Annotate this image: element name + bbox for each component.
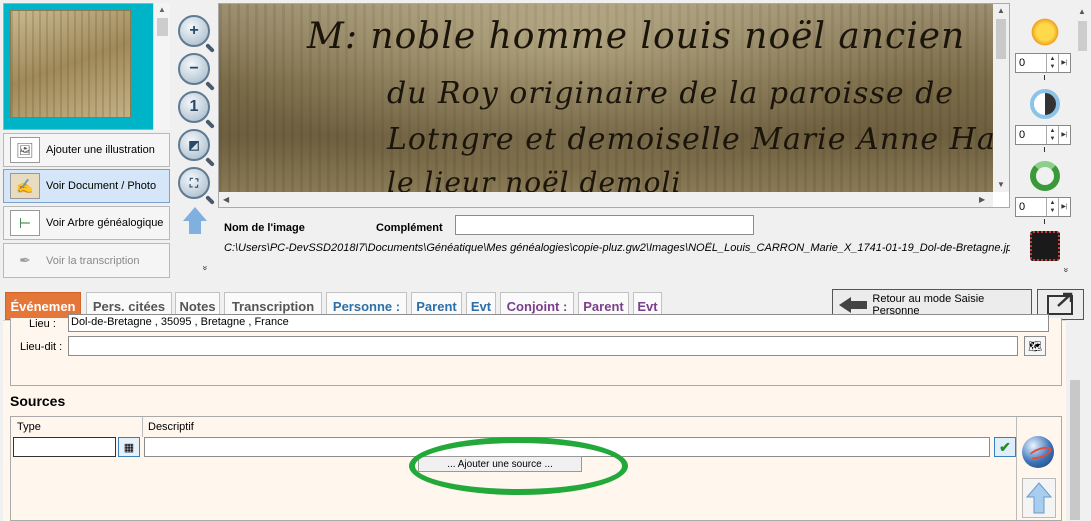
lieu-field[interactable]: Dol-de-Bretagne , 35095 , Bretagne , Fra… <box>68 314 1049 332</box>
tools-scrollbar[interactable]: ▲ <box>1075 3 1089 278</box>
viewer-vertical-scrollbar[interactable]: ▲ ▼ <box>993 4 1009 192</box>
brightness-spinner[interactable]: 0 ▲ ▼ ▶| <box>1015 53 1071 73</box>
image-effect-icon[interactable] <box>1030 231 1060 261</box>
lieu-dit-label: Lieu-dit : <box>20 341 63 353</box>
contrast-icon[interactable] <box>1030 89 1060 119</box>
retour-saisie-label: Retour au mode Saisie Personne <box>872 292 985 317</box>
quill-icon: ✒ <box>19 252 31 268</box>
validate-check-icon[interactable]: ✔ <box>994 437 1016 457</box>
view-document-button[interactable]: ✍ Voir Document / Photo <box>3 169 170 203</box>
actual-size-icon[interactable]: 1 <box>178 91 210 123</box>
handwriting-line: du Roy originaire de la paroisse de <box>387 76 955 111</box>
rotate-icon[interactable] <box>1030 161 1060 191</box>
view-transcription-button[interactable]: ✒ Voir la transcription <box>3 243 170 278</box>
rotation-spinner[interactable]: 0 ▲ ▼ ▶| <box>1015 197 1071 217</box>
handwriting-line: M: noble homme louis noël ancien <box>307 16 966 57</box>
zoom-fit-icon[interactable]: ◩ <box>178 129 210 161</box>
zoom-out-icon[interactable]: − <box>178 53 210 85</box>
type-column-header: Type <box>17 421 41 433</box>
globe-search-icon[interactable] <box>1022 436 1054 468</box>
scroll-thumb[interactable] <box>996 19 1006 59</box>
view-document-label: Voir Document / Photo <box>46 180 157 192</box>
viewer-horizontal-scrollbar[interactable]: ◀ ▶ <box>219 192 993 207</box>
highlight-annotation <box>409 437 628 495</box>
scroll-thumb[interactable] <box>1078 21 1087 51</box>
scroll-left-icon[interactable]: ◀ <box>223 195 229 204</box>
image-path: C:\Users\PC-DevSSD2018I7\Documents\Généa… <box>224 242 1010 254</box>
expand-chevron-icon[interactable]: » <box>1062 267 1072 272</box>
lieu-label: Lieu : <box>29 318 56 330</box>
view-family-tree-button[interactable]: ⊢ Voir Arbre généalogique <box>3 206 170 240</box>
zoom-in-icon[interactable]: + <box>178 15 210 47</box>
handwriting-line: Lotngre et demoiselle Marie Anne Ha <box>387 122 993 157</box>
spin-arrows-icon[interactable]: ▲ ▼ <box>1046 54 1058 72</box>
spin-end-icon[interactable]: ▶| <box>1058 198 1070 216</box>
scroll-down-icon[interactable]: ▼ <box>997 180 1005 189</box>
thumbnail-panel[interactable] <box>3 3 159 130</box>
image-name-label: Nom de l'image <box>224 222 305 234</box>
spin-arrows-icon[interactable]: ▲ ▼ <box>1046 198 1058 216</box>
add-illustration-icon: 🖼 <box>10 137 40 163</box>
complement-label: Complément <box>376 222 443 234</box>
place-picker-icon[interactable]: 🗺 <box>1024 336 1046 356</box>
image-tools-panel: 0 ▲ ▼ ▶| 0 ▲ ▼ ▶| 0 ▲ ▼ ▶| » <box>1014 3 1074 278</box>
add-illustration-label: Ajouter une illustration <box>46 144 155 156</box>
add-illustration-button[interactable]: 🖼 Ajouter une illustration <box>3 133 170 167</box>
back-arrow-icon <box>839 296 868 313</box>
column-divider <box>142 417 143 437</box>
complement-input[interactable] <box>455 215 754 235</box>
scroll-up-icon[interactable]: ▲ <box>997 6 1005 15</box>
descriptif-column-header: Descriptif <box>148 421 194 433</box>
scroll-thumb[interactable] <box>1070 380 1080 520</box>
scroll-up-icon[interactable]: ▲ <box>1078 7 1086 16</box>
arrow-up-icon <box>1025 482 1053 514</box>
expand-chevron-icon[interactable]: » <box>201 265 211 270</box>
scroll-thumb[interactable] <box>157 18 168 36</box>
sources-title: Sources <box>10 393 66 409</box>
document-image-viewer[interactable]: M: noble homme louis noël ancien du Roy … <box>218 3 1010 208</box>
spin-arrows-icon[interactable]: ▲ ▼ <box>1046 126 1058 144</box>
source-type-input[interactable] <box>13 437 116 457</box>
view-family-tree-label: Voir Arbre généalogique <box>46 217 164 229</box>
source-picker-icon[interactable]: ▦ <box>118 437 140 457</box>
document-thumbnail[interactable] <box>10 10 131 118</box>
fullscreen-zoom-icon[interactable]: ⛶ <box>178 167 210 199</box>
scroll-right-icon[interactable]: ▶ <box>979 195 985 204</box>
panel-scrollbar[interactable] <box>1066 320 1084 521</box>
family-tree-icon: ⊢ <box>10 210 40 236</box>
zoom-toolbar: + − 1 ◩ ⛶ » <box>174 3 214 278</box>
document-image[interactable]: M: noble homme louis noël ancien du Roy … <box>219 4 993 192</box>
spin-end-icon[interactable]: ▶| <box>1058 126 1070 144</box>
move-up-button[interactable] <box>1022 478 1056 518</box>
thumbnail-scrollbar[interactable]: ▲ <box>153 3 170 130</box>
document-photo-icon: ✍ <box>10 173 40 199</box>
scroll-up-icon[interactable]: ▲ <box>158 5 166 14</box>
column-divider <box>1016 417 1017 520</box>
brightness-sun-icon[interactable] <box>1030 17 1060 47</box>
handwriting-line: le lieur noël demoli <box>387 166 682 192</box>
lieu-dit-field[interactable] <box>68 336 1018 356</box>
view-transcription-label: Voir la transcription <box>46 254 140 267</box>
contrast-spinner[interactable]: 0 ▲ ▼ ▶| <box>1015 125 1071 145</box>
spin-end-icon[interactable]: ▶| <box>1058 54 1070 72</box>
